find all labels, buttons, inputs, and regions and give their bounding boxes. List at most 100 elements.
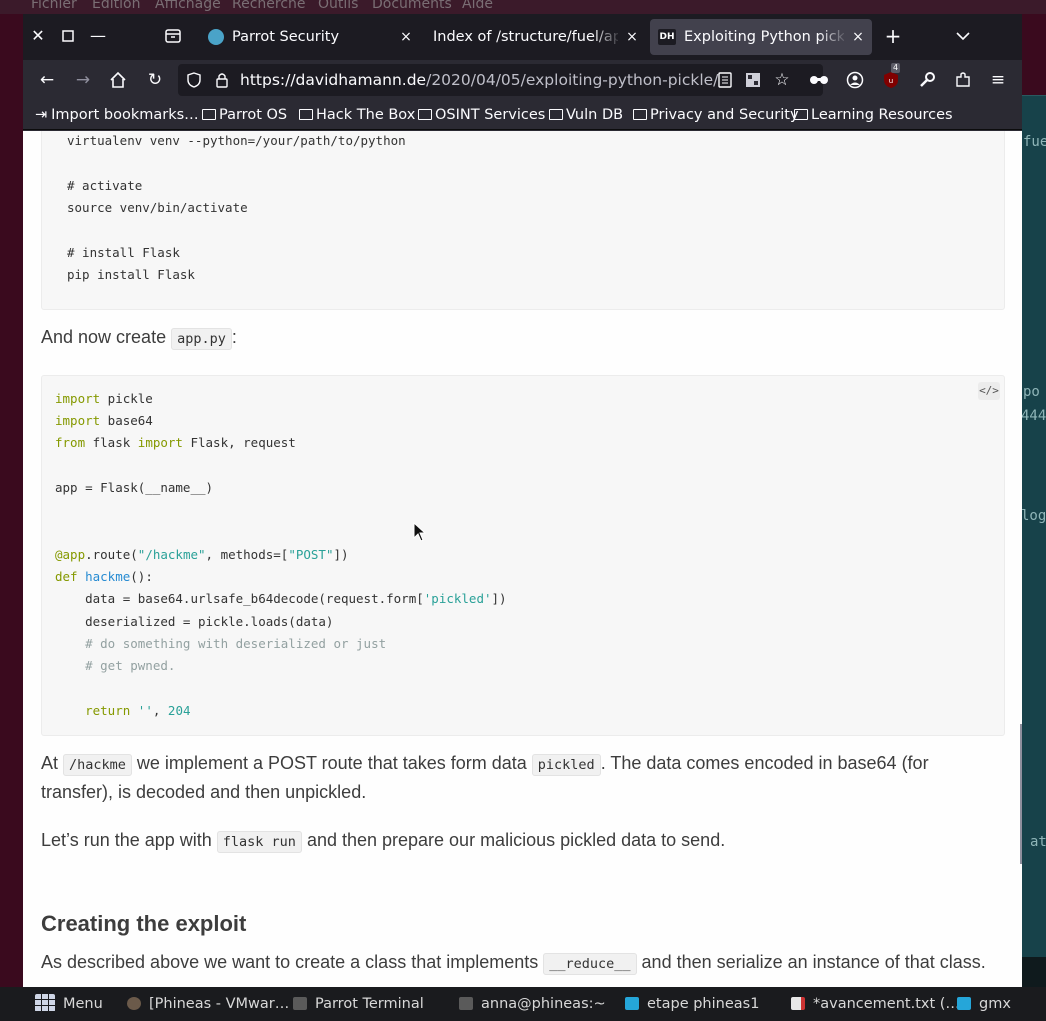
- tab-exploiting-python-pickles[interactable]: DH Exploiting Python pickles ×: [650, 19, 872, 55]
- private-mask-icon[interactable]: [807, 68, 831, 92]
- folder-icon: [299, 109, 313, 120]
- paragraph-run-app: Let’s run the app with flask run and the…: [41, 827, 725, 856]
- code-line: # activate: [67, 178, 143, 193]
- inline-code: /hackme: [63, 754, 132, 776]
- code-line: source venv/bin/activate: [67, 200, 248, 215]
- code-line: return '', 204: [55, 703, 191, 718]
- url-text[interactable]: https://davidhamann.de/2020/04/05/exploi…: [240, 64, 718, 96]
- bookmark-folder-privacy-security[interactable]: Privacy and Security: [633, 100, 799, 130]
- menu-outils[interactable]: Outils: [318, 0, 358, 12]
- taskbar-item-anna-terminal[interactable]: anna@phineas:~: [459, 987, 606, 1021]
- taskbar-item-avancement[interactable]: *avancement.txt (…: [791, 987, 960, 1021]
- bg-text-fragment: at: [1030, 834, 1046, 850]
- forward-arrow-icon[interactable]: →: [71, 68, 95, 92]
- ublock-extension-icon[interactable]: u 4: [879, 63, 903, 92]
- reload-icon[interactable]: ↻: [143, 68, 167, 92]
- paragraph-create-app: And now create app.py:: [41, 324, 237, 353]
- menu-affichage[interactable]: Affichage: [155, 0, 221, 12]
- minimize-window-icon[interactable]: —: [88, 26, 108, 46]
- code-line: data = base64.urlsafe_b64decode(request.…: [55, 591, 507, 606]
- bookmark-label: OSINT Services: [435, 107, 546, 123]
- menu-recherche[interactable]: Recherche: [232, 0, 306, 12]
- task-label: Parrot Terminal: [315, 996, 424, 1012]
- list-tabs-chevron-icon[interactable]: [953, 26, 973, 46]
- bookmark-folder-vuln-db[interactable]: Vuln DB: [549, 100, 623, 130]
- home-icon[interactable]: [106, 68, 130, 92]
- bookmark-star-icon[interactable]: ☆: [770, 68, 794, 92]
- back-arrow-icon[interactable]: ←: [35, 68, 59, 92]
- code-toggle-icon[interactable]: </>: [978, 382, 1000, 400]
- code-line: virtualenv venv --python=/your/path/to/p…: [67, 133, 406, 148]
- inline-code: pickled: [531, 754, 601, 776]
- paragraph-hackme-route: At /hackme we implement a POST route tha…: [41, 753, 929, 802]
- text: :: [231, 327, 237, 347]
- inline-code: app.py: [171, 328, 232, 350]
- tab-index-structure[interactable]: Index of /structure/fuel/application ×: [424, 19, 646, 55]
- bookmark-folder-parrot-os[interactable]: Parrot OS: [202, 100, 287, 130]
- close-tab-icon[interactable]: ×: [850, 19, 866, 55]
- code-block-shell: virtualenv venv --python=/your/path/to/p…: [41, 131, 1005, 310]
- hamburger-menu-icon[interactable]: ≡: [986, 68, 1010, 92]
- browser-window: ✕ — Parrot Security × Index of /structur…: [23, 14, 1022, 987]
- folder-icon: [418, 109, 432, 120]
- code-block-app-py: </> import pickle import base64 from fla…: [41, 375, 1005, 736]
- bookmark-folder-learning-resources[interactable]: Learning Resources: [794, 100, 953, 130]
- account-icon[interactable]: [843, 68, 867, 92]
- background-terminal-window[interactable]: fue po 444 log at: [1021, 95, 1046, 957]
- bookmark-folder-hack-the-box[interactable]: Hack The Box: [299, 100, 415, 130]
- lock-icon[interactable]: [210, 68, 234, 92]
- bookmark-import[interactable]: ⇥ Import bookmarks…: [35, 100, 199, 130]
- task-label: anna@phineas:~: [481, 996, 606, 1012]
- code-line: import pickle: [55, 391, 153, 406]
- close-window-icon[interactable]: ✕: [28, 26, 48, 46]
- bookmark-label: Hack The Box: [316, 107, 416, 123]
- qr-code-icon[interactable]: [741, 68, 765, 92]
- bookmark-label: Vuln DB: [566, 107, 624, 123]
- code-comment: # do something with deserialized or just: [55, 636, 387, 651]
- text-editor-icon: [791, 997, 805, 1010]
- wrench-icon[interactable]: [915, 68, 939, 92]
- menu-aide[interactable]: Aide: [462, 0, 493, 12]
- reader-view-icon[interactable]: [713, 68, 737, 92]
- close-tab-icon[interactable]: ×: [624, 19, 640, 55]
- firefox-view-icon[interactable]: [163, 26, 183, 46]
- bg-text-fragment: 444: [1021, 408, 1046, 424]
- menu-edition[interactable]: Édition: [92, 0, 140, 12]
- code-comment: # get pwned.: [55, 658, 176, 673]
- shield-icon[interactable]: [182, 68, 206, 92]
- section-heading: Creating the exploit: [41, 911, 247, 936]
- task-label: etape phineas1: [647, 996, 760, 1012]
- svg-text:u: u: [889, 77, 893, 85]
- paragraph-reduce: As described above we want to create a c…: [41, 949, 986, 978]
- code-line: @app.route("/hackme", methods=["POST"]): [55, 547, 349, 562]
- task-label: gmx: [979, 996, 1011, 1012]
- scrollbar-thumb[interactable]: [1020, 724, 1022, 864]
- tab-parrot-security[interactable]: Parrot Security ×: [198, 19, 420, 55]
- code-line: from flask import Flask, request: [55, 435, 296, 450]
- menu-documents[interactable]: Documents: [372, 0, 452, 12]
- extensions-puzzle-icon[interactable]: [951, 68, 975, 92]
- url-host: https://davidhamann.de: [240, 71, 427, 89]
- bookmark-folder-osint-services[interactable]: OSINT Services: [418, 100, 545, 130]
- taskbar-item-gmx[interactable]: gmx: [957, 987, 1011, 1021]
- folder-icon: [625, 997, 639, 1010]
- taskbar-item-vmware[interactable]: [Phineas - VMwar…: [127, 987, 289, 1021]
- bookmark-label: Learning Resources: [811, 107, 953, 123]
- close-tab-icon[interactable]: ×: [398, 19, 414, 55]
- address-bar[interactable]: https://davidhamann.de/2020/04/05/exploi…: [178, 64, 823, 96]
- taskbar-menu-button[interactable]: Menu: [35, 987, 103, 1021]
- navigation-toolbar: ← → ↻ https://davidhamann.de/2020/04/05/…: [23, 60, 1022, 100]
- maximize-window-icon[interactable]: [58, 26, 78, 46]
- taskbar-item-parrot-terminal[interactable]: Parrot Terminal: [293, 987, 424, 1021]
- page-content[interactable]: virtualenv venv --python=/your/path/to/p…: [23, 131, 1022, 987]
- import-icon: ⇥: [35, 107, 48, 123]
- bookmarks-toolbar: ⇥ Import bookmarks… Parrot OS Hack The Bo…: [23, 100, 1022, 130]
- globe-icon: [208, 29, 224, 45]
- menu-fichier[interactable]: Fichier: [31, 0, 77, 12]
- bookmark-label: Privacy and Security: [650, 107, 799, 123]
- tab-title: Parrot Security: [232, 29, 340, 45]
- bg-text-fragment: log: [1021, 508, 1046, 524]
- vmware-icon: [127, 997, 141, 1010]
- taskbar-item-etape-phineas1[interactable]: etape phineas1: [625, 987, 759, 1021]
- new-tab-button[interactable]: +: [883, 26, 903, 46]
